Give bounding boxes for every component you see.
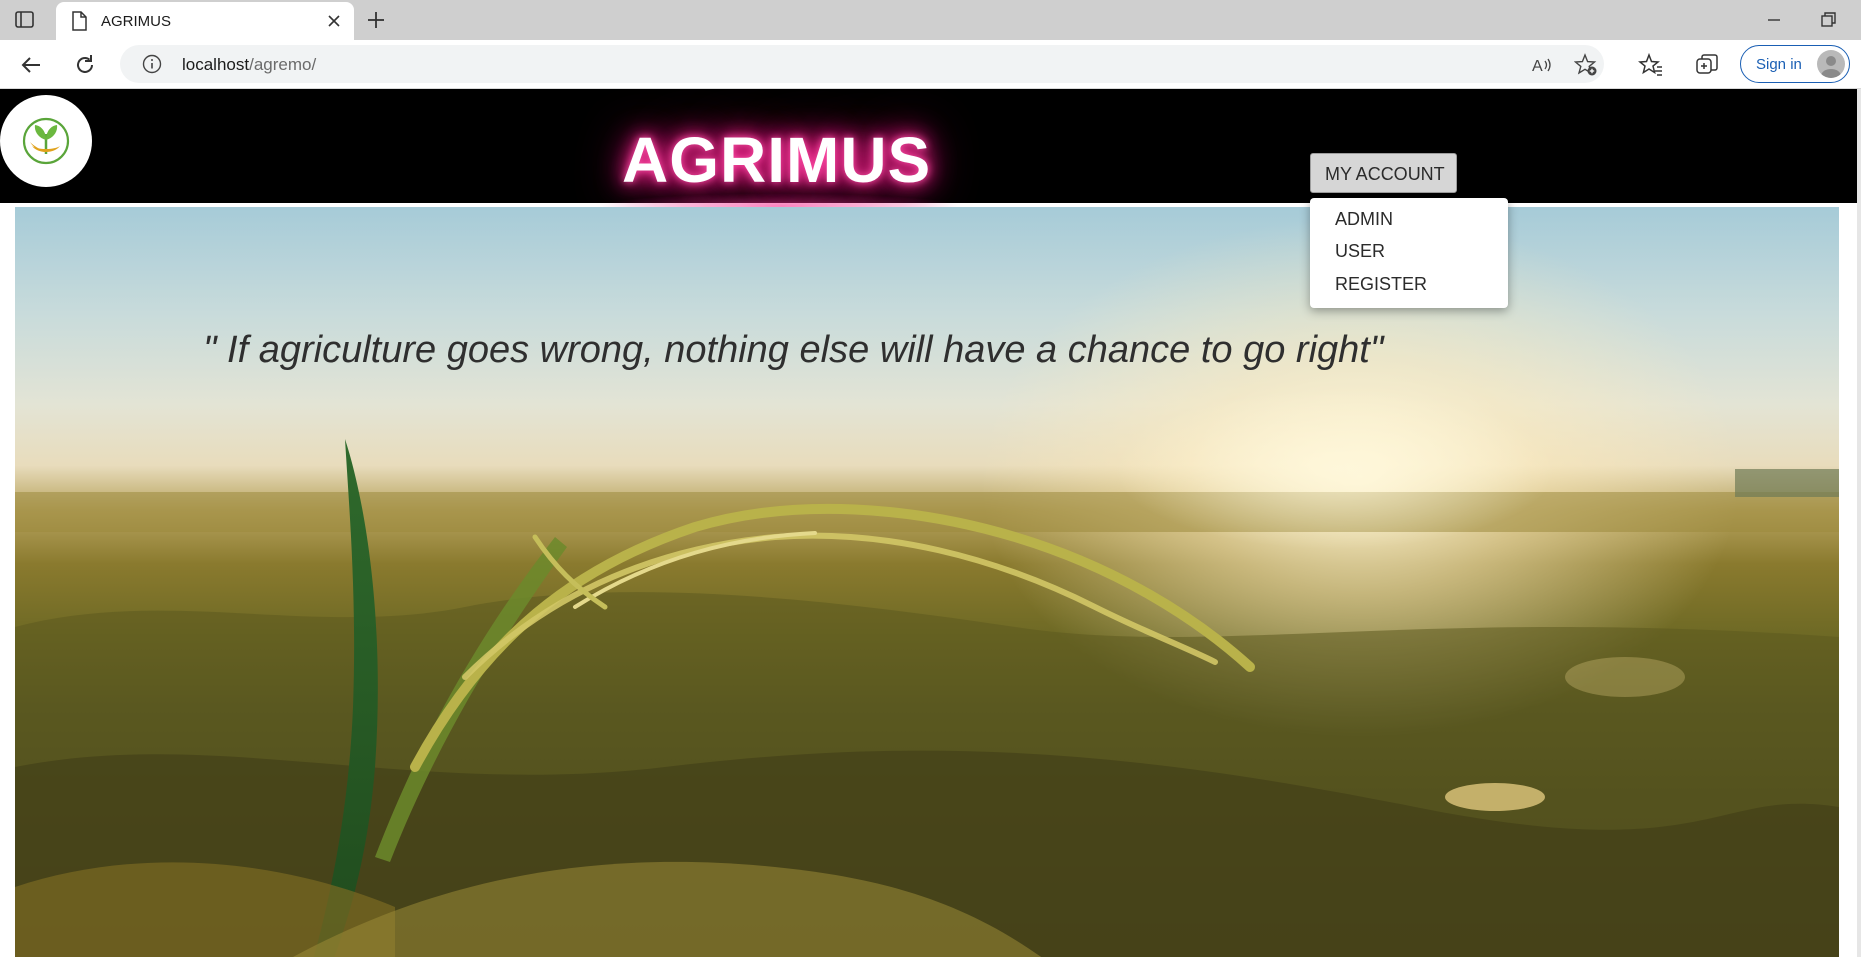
svg-text:A: A (1532, 58, 1543, 75)
menu-item-user[interactable]: USER (1335, 241, 1385, 262)
url-path: /agremo/ (249, 55, 317, 74)
url-text: localhost/agremo/ (182, 55, 316, 75)
collections-icon[interactable] (1694, 52, 1720, 78)
site-header: AGRIMUS MY ACCOUNT (0, 89, 1857, 219)
address-bar[interactable]: localhost/agremo/ A (120, 45, 1604, 83)
hero-banner-image: " If agriculture goes wrong, nothing els… (15, 207, 1839, 957)
menu-item-register[interactable]: REGISTER (1335, 274, 1427, 295)
rice-field-illustration (15, 389, 1839, 957)
favorites-icon[interactable] (1638, 52, 1664, 78)
page-viewport: AGRIMUS MY ACCOUNT ADMIN USER REGISTER "… (0, 89, 1861, 957)
minimize-icon[interactable] (1762, 8, 1786, 32)
read-aloud-icon[interactable]: A (1530, 53, 1554, 77)
page-icon (70, 11, 88, 31)
sprout-logo-icon (22, 117, 70, 165)
url-host: localhost (182, 55, 250, 74)
add-favorite-icon[interactable] (1573, 53, 1598, 77)
hero-quote: " If agriculture goes wrong, nothing els… (203, 329, 1384, 371)
browser-toolbar: localhost/agremo/ A Sign in (0, 40, 1861, 89)
tab-title: AGRIMUS (101, 13, 172, 30)
avatar-icon (1817, 50, 1845, 78)
account-dropdown-menu: ADMIN USER REGISTER (1310, 198, 1508, 308)
new-tab-icon[interactable] (364, 8, 388, 32)
site-logo[interactable] (0, 95, 92, 187)
back-icon[interactable] (18, 52, 44, 78)
restore-icon[interactable] (1816, 8, 1840, 32)
close-icon[interactable] (324, 11, 344, 31)
brand-title: AGRIMUS (622, 124, 932, 196)
my-account-label: MY ACCOUNT (1325, 164, 1445, 184)
reload-icon[interactable] (72, 52, 98, 78)
info-icon[interactable] (142, 54, 162, 74)
scrollbar-track[interactable] (1857, 89, 1861, 957)
sign-in-label: Sign in (1756, 56, 1802, 73)
my-account-button[interactable]: MY ACCOUNT (1310, 153, 1457, 193)
browser-tab-bar: AGRIMUS (0, 0, 1861, 40)
tab-actions-icon[interactable] (14, 10, 36, 30)
sign-in-button[interactable]: Sign in (1740, 45, 1850, 83)
menu-item-admin[interactable]: ADMIN (1335, 209, 1393, 230)
browser-tab[interactable]: AGRIMUS (56, 2, 354, 40)
